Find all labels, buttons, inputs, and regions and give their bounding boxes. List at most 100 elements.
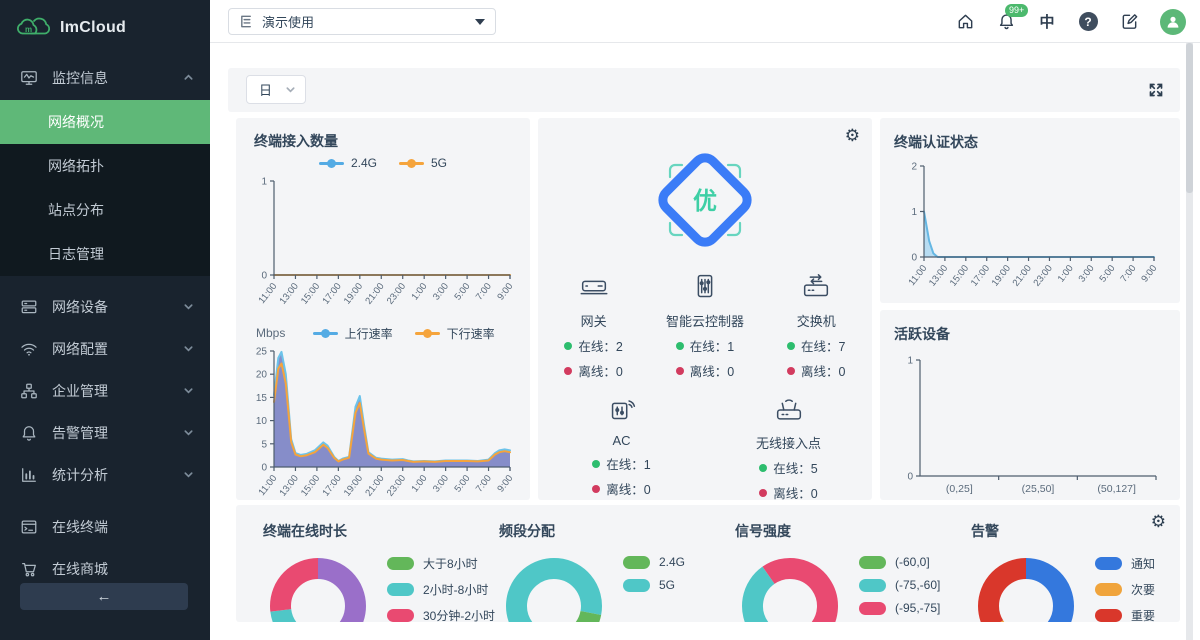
- scrollbar[interactable]: [1186, 43, 1193, 640]
- svg-text:15: 15: [256, 393, 268, 404]
- home-icon[interactable]: [955, 12, 975, 32]
- device-status-grid: 网关在线：2离线：0智能云控制器在线：1离线：0交换机在线：7离线：0AC在线：…: [538, 270, 872, 502]
- alarm-section: 告警通知次要重要: [944, 505, 1180, 622]
- svg-text:9:00: 9:00: [495, 281, 515, 302]
- alarm-donut: [971, 551, 1081, 622]
- settings-gear-icon[interactable]: ⚙: [845, 127, 860, 144]
- legend-item[interactable]: 下行速率: [415, 325, 495, 342]
- org-selector[interactable]: 演示使用: [228, 8, 496, 35]
- sidebar-item-7[interactable]: 企业管理: [0, 370, 210, 412]
- switch-icon: [761, 272, 872, 307]
- device-status-0: 网关在线：2离线：0: [538, 270, 649, 380]
- svg-text:13:00: 13:00: [927, 263, 950, 289]
- org-icon: [20, 382, 38, 400]
- y-unit-label: Mbps: [256, 326, 285, 340]
- section-title: 终端在线时长: [263, 521, 472, 541]
- sidebar-item-4[interactable]: 日志管理: [0, 232, 210, 276]
- svg-text:10: 10: [256, 416, 268, 427]
- gateway-icon: [538, 272, 649, 307]
- help-icon[interactable]: ?: [1078, 12, 1098, 32]
- sidebar-item-3[interactable]: 站点分布: [0, 188, 210, 232]
- card-title: 活跃设备: [894, 324, 1170, 344]
- sidebar-item-8[interactable]: 告警管理: [0, 412, 210, 454]
- sidebar-item-label: 告警管理: [52, 423, 108, 443]
- svg-text:2: 2: [911, 162, 917, 173]
- section-title: 信号强度: [735, 521, 944, 541]
- terminal-access-card: 终端接入数量 2.4G5G 0111:0013:0015:0017:0019:0…: [236, 118, 530, 500]
- app-logo[interactable]: m ImCloud: [0, 0, 210, 56]
- legend-item[interactable]: 2.4G: [623, 555, 685, 569]
- sidebar-item-10[interactable]: 在线终端: [0, 506, 210, 548]
- stats-icon: [20, 466, 38, 484]
- donut-sections: 终端在线时长大于8小时2小时-8小时30分钟-2小时频段分配2.4G5G信号强度…: [236, 505, 1180, 622]
- svg-text:11:00: 11:00: [256, 473, 279, 498]
- legend-item[interactable]: 上行速率: [313, 325, 393, 342]
- signal-legend: (-60,0] (-75,-60] (-95,-75]: [859, 555, 940, 622]
- org-list-icon: [239, 14, 254, 29]
- throughput-chart: 051015202511:0013:0015:0017:0019:0021:00…: [244, 343, 522, 513]
- svg-text:17:00: 17:00: [320, 281, 343, 307]
- device-online: 在线：1: [538, 454, 705, 473]
- svg-text:15:00: 15:00: [299, 281, 322, 307]
- terminal-access-chart: 0111:0013:0015:0017:0019:0021:0023:001:0…: [244, 173, 522, 321]
- svg-text:17:00: 17:00: [320, 473, 343, 499]
- chevron-down-icon: [183, 467, 194, 483]
- device-online: 在线：7: [761, 336, 872, 355]
- svg-text:1: 1: [907, 356, 913, 367]
- svg-text:3:00: 3:00: [431, 473, 451, 494]
- svg-text:3:00: 3:00: [431, 281, 451, 302]
- svg-text:11:00: 11:00: [906, 263, 929, 288]
- language-toggle[interactable]: 中: [1037, 12, 1057, 32]
- period-select[interactable]: 日: [246, 75, 306, 104]
- legend-item[interactable]: (-75,-60]: [859, 578, 940, 592]
- sidebar-item-9[interactable]: 统计分析: [0, 454, 210, 496]
- sidebar-item-0[interactable]: 监控信息: [0, 56, 210, 100]
- sidebar-collapse-button[interactable]: ←: [20, 583, 188, 610]
- fullscreen-icon[interactable]: [1148, 82, 1164, 103]
- sidebar-item-6[interactable]: 网络配置: [0, 328, 210, 370]
- svg-text:23:00: 23:00: [385, 473, 408, 499]
- section-title: 频段分配: [499, 521, 708, 541]
- user-avatar[interactable]: [1160, 9, 1186, 35]
- svg-text:5:00: 5:00: [452, 473, 472, 494]
- org-selector-value: 演示使用: [262, 12, 314, 31]
- svg-text:15:00: 15:00: [948, 263, 971, 289]
- legend-item[interactable]: 通知: [1095, 555, 1155, 572]
- legend-item[interactable]: (-95,-75]: [859, 601, 940, 615]
- sidebar-item-5[interactable]: 网络设备: [0, 286, 210, 328]
- svg-text:0: 0: [261, 271, 267, 282]
- svg-text:0: 0: [911, 253, 917, 264]
- cloud-logo-icon: m: [14, 13, 52, 43]
- legend-item[interactable]: 次要: [1095, 581, 1155, 598]
- collapse-arrow-icon: ←: [97, 588, 112, 605]
- top-header: 演示使用 99+ 中 ?: [210, 0, 1200, 43]
- svg-text:17:00: 17:00: [969, 263, 992, 289]
- terminal-auth-card: 终端认证状态 01211:0013:0015:0017:0019:0021:00…: [880, 118, 1180, 303]
- svg-text:19:00: 19:00: [342, 473, 365, 499]
- alarm-bell-icon: [20, 424, 38, 442]
- device-name: AC: [538, 433, 705, 448]
- svg-text:0: 0: [907, 472, 913, 483]
- alarm-legend: 通知次要重要: [1095, 555, 1155, 622]
- legend-item[interactable]: 重要: [1095, 607, 1155, 622]
- section-title: 告警: [971, 521, 1180, 541]
- server-icon: [20, 298, 38, 316]
- svg-text:19:00: 19:00: [342, 281, 365, 307]
- svg-text:1:00: 1:00: [409, 281, 429, 302]
- legend-item[interactable]: 5G: [623, 578, 685, 592]
- device-name: 智能云控制器: [649, 311, 760, 330]
- legend-item[interactable]: 2.4G: [319, 156, 377, 170]
- legend-item[interactable]: 5G: [399, 156, 447, 170]
- sidebar-item-2[interactable]: 网络拓扑: [0, 144, 210, 188]
- app-title: ImCloud: [60, 19, 126, 37]
- svg-text:23:00: 23:00: [385, 281, 408, 307]
- active-devices-card: 活跃设备 01(0,25](25,50](50,127]: [880, 310, 1180, 500]
- throughput-legend: 上行速率 下行速率: [285, 323, 522, 343]
- legend-item[interactable]: (-60,0]: [859, 555, 940, 569]
- sidebar-item-1[interactable]: 网络概况: [0, 100, 210, 144]
- svg-text:13:00: 13:00: [278, 281, 301, 307]
- svg-text:5:00: 5:00: [1097, 263, 1117, 284]
- notifications-icon[interactable]: 99+: [996, 12, 1016, 32]
- feedback-edit-icon[interactable]: [1119, 12, 1139, 32]
- wifi-icon: [20, 340, 38, 358]
